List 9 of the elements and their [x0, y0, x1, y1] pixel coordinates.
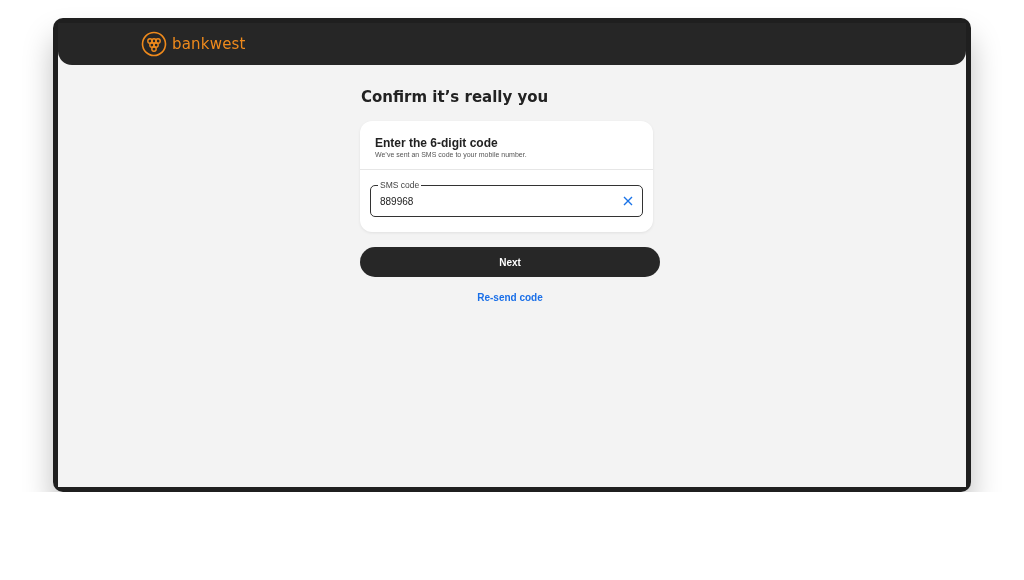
- brand-name: bankwest: [172, 35, 246, 53]
- clear-icon[interactable]: [623, 196, 633, 206]
- page-title: Confirm it’s really you: [361, 88, 550, 106]
- next-button[interactable]: Next: [360, 247, 660, 277]
- card-heading: Enter the 6-digit code: [375, 136, 499, 150]
- field-label: SMS code: [378, 180, 422, 190]
- field-value: 889968: [380, 196, 414, 207]
- resend-code-link[interactable]: Re-send code: [477, 292, 543, 303]
- logo-icon: [141, 31, 167, 57]
